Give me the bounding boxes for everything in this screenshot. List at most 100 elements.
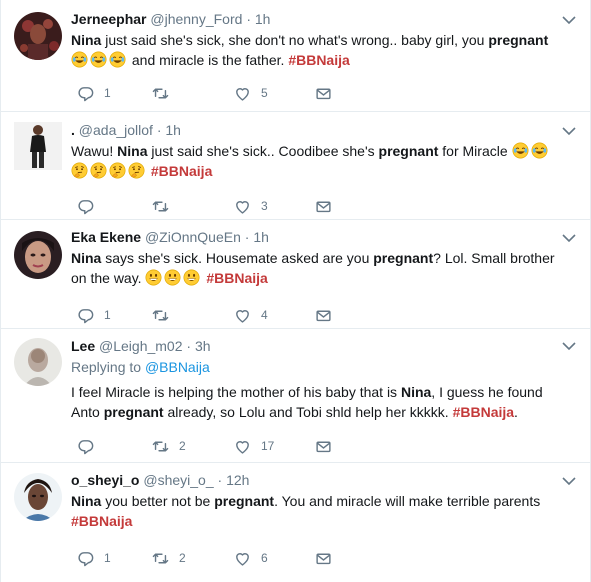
text-segment: . You and miracle will make terrible par…	[274, 493, 541, 509]
user-handle[interactable]: @jhenny_Ford	[150, 11, 242, 27]
highlighted-term: pregnant	[378, 143, 439, 159]
hashtag-link[interactable]: #BBNaija	[71, 513, 132, 529]
direct-message-button[interactable]	[315, 437, 342, 455]
highlighted-term: Nina	[117, 143, 148, 159]
joy-emoji-icon	[109, 51, 126, 68]
chevron-down-icon[interactable]	[562, 476, 576, 486]
timestamp[interactable]: 3h	[195, 338, 211, 354]
highlighted-term: Nina	[71, 493, 102, 509]
highlighted-term: Nina	[71, 250, 102, 266]
retweet-icon	[152, 553, 169, 563]
display-name[interactable]: Lee	[71, 338, 95, 354]
direct-message-icon	[316, 310, 331, 321]
replying-to-handle[interactable]: @BBNaija	[145, 359, 210, 375]
direct-message-icon	[316, 88, 331, 99]
reply-button[interactable]: 1	[77, 84, 111, 102]
retweet-button[interactable]	[152, 306, 179, 324]
avatar[interactable]	[14, 473, 62, 521]
reply-button[interactable]	[77, 437, 104, 455]
user-handle[interactable]: @sheyi_o_	[143, 472, 213, 488]
text-segment: I feel Miracle is helping the mother of …	[71, 384, 401, 400]
chevron-down-icon[interactable]	[562, 341, 576, 351]
direct-message-button[interactable]	[315, 549, 342, 567]
user-handle[interactable]: @ada_jollof	[79, 122, 153, 138]
reply-count: 1	[104, 551, 111, 565]
heart-icon	[236, 200, 249, 214]
tweet-actions: 3	[1, 197, 590, 215]
tweet-actions: 2 17	[1, 437, 590, 455]
tweet[interactable]: Lee @Leigh_m02 · 3h Replying to @BBNaija…	[1, 329, 590, 463]
highlighted-term: pregnant	[373, 250, 434, 266]
retweet-icon	[152, 201, 169, 211]
text-segment: Wawu!	[71, 143, 118, 159]
timestamp[interactable]: 1h	[165, 122, 181, 138]
thinking-emoji-icon	[90, 162, 107, 179]
like-button[interactable]: 3	[234, 197, 268, 215]
grin-emoji-icon	[145, 269, 162, 286]
grin-emoji-icon	[164, 269, 181, 286]
reply-button[interactable]: 1	[77, 306, 111, 324]
tweet[interactable]: Jerneephar @jhenny_Ford · 1h Nina just s…	[1, 0, 590, 112]
hashtag-link[interactable]: #BBNaija	[288, 52, 349, 68]
like-button[interactable]: 4	[234, 306, 268, 324]
avatar[interactable]	[14, 122, 62, 170]
reply-icon	[78, 86, 94, 101]
tweet-header: . @ada_jollof · 1h	[71, 121, 568, 139]
like-button[interactable]: 5	[234, 84, 268, 102]
like-button[interactable]: 6	[234, 549, 268, 567]
tweet-text: Nina you better not be pregnant. You and…	[71, 491, 568, 531]
timestamp[interactable]: 1h	[253, 229, 269, 245]
heart-icon	[236, 552, 249, 566]
separator: ·	[186, 338, 192, 354]
like-count: 3	[261, 199, 268, 213]
text-segment: .	[514, 404, 518, 420]
direct-message-button[interactable]	[315, 84, 342, 102]
tweet[interactable]: Eka Ekene @ZiOnnQueEn · 1h Nina says she…	[1, 220, 590, 329]
retweet-icon	[152, 310, 169, 320]
retweet-count: 2	[179, 439, 186, 453]
avatar[interactable]	[14, 12, 62, 60]
joy-emoji-icon	[71, 51, 88, 68]
text-segment: you better not be	[101, 493, 215, 509]
tweet-header: Lee @Leigh_m02 · 3h	[71, 337, 568, 355]
user-handle[interactable]: @ZiOnnQueEn	[145, 229, 241, 245]
direct-message-button[interactable]	[315, 197, 342, 215]
chevron-down-icon[interactable]	[562, 233, 576, 243]
chevron-down-icon[interactable]	[562, 126, 576, 136]
user-handle[interactable]: @Leigh_m02	[99, 338, 183, 354]
like-button[interactable]: 17	[234, 437, 274, 455]
avatar[interactable]	[14, 338, 62, 386]
timestamp[interactable]: 1h	[255, 11, 271, 27]
retweet-button[interactable]	[152, 197, 179, 215]
display-name[interactable]: .	[71, 122, 75, 138]
avatar[interactable]	[14, 231, 62, 279]
tweet[interactable]: o_sheyi_o @sheyi_o_ · 12h Nina you bette…	[1, 463, 590, 581]
tweet-actions: 1 2 6	[1, 549, 590, 567]
separator: ·	[244, 229, 250, 245]
display-name[interactable]: Jerneephar	[71, 11, 146, 27]
replying-to-label: Replying to	[71, 359, 142, 375]
reply-count: 1	[104, 86, 111, 100]
replying-to: Replying to @BBNaija	[71, 358, 568, 376]
display-name[interactable]: Eka Ekene	[71, 229, 141, 245]
tweet-text: I feel Miracle is helping the mother of …	[71, 382, 568, 422]
retweet-button[interactable]: 2	[152, 437, 186, 455]
timestamp[interactable]: 12h	[226, 472, 249, 488]
text-segment: already, so Lolu and Tobi shld help her …	[163, 404, 453, 420]
reply-button[interactable]	[77, 197, 104, 215]
hashtag-link[interactable]: #BBNaija	[151, 163, 212, 179]
reply-icon	[78, 551, 94, 566]
direct-message-button[interactable]	[315, 306, 342, 324]
retweet-button[interactable]	[152, 84, 179, 102]
retweet-button[interactable]: 2	[152, 549, 186, 567]
highlighted-term: pregnant	[214, 493, 275, 509]
hashtag-link[interactable]: #BBNaija	[453, 404, 514, 420]
hashtag-link[interactable]: #BBNaija	[206, 270, 267, 286]
tweet[interactable]: . @ada_jollof · 1h Wawu! Nina just said …	[1, 112, 590, 220]
reply-button[interactable]: 1	[77, 549, 111, 567]
separator: ·	[217, 472, 223, 488]
chevron-down-icon[interactable]	[562, 15, 576, 25]
direct-message-icon	[316, 441, 331, 452]
display-name[interactable]: o_sheyi_o	[71, 472, 139, 488]
separator: ·	[156, 122, 162, 138]
